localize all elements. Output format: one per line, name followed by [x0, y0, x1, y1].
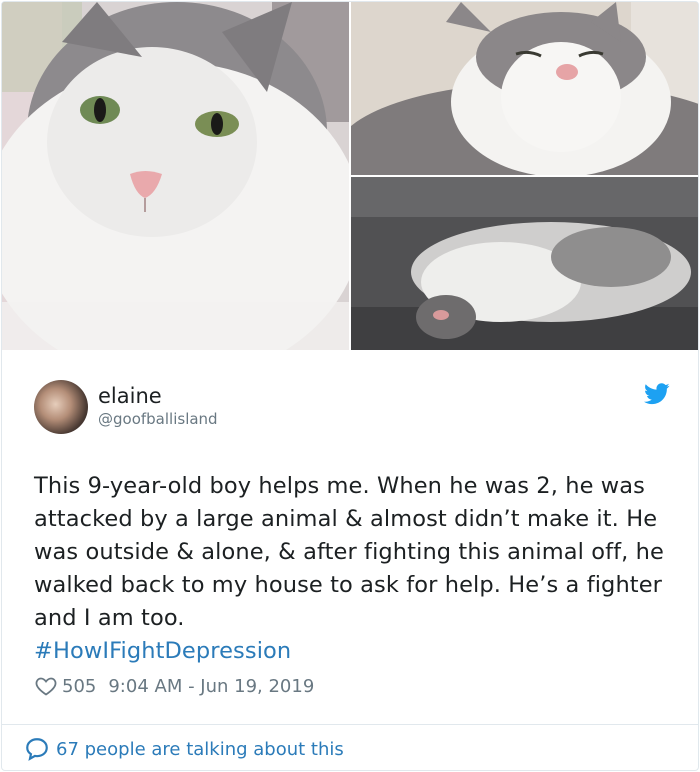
twitter-bird-icon[interactable]: [644, 383, 670, 405]
author-handle[interactable]: @goofballisland: [98, 410, 218, 428]
tweet-header: elaine @goofballisland: [2, 380, 698, 440]
cat-closeup-illustration: [2, 2, 349, 350]
avatar[interactable]: [34, 380, 88, 434]
cat-couch-illustration: [351, 2, 698, 175]
timestamp-link[interactable]: 9:04 AM - Jun 19, 2019: [108, 676, 314, 697]
photo-cat-closeup[interactable]: [2, 2, 349, 350]
conversation-link[interactable]: 67 people are talking about this: [24, 735, 344, 763]
embedded-tweet-card: elaine @goofballisland This 9-year-old b…: [1, 1, 699, 771]
conversation-text[interactable]: 67 people are talking about this: [56, 739, 344, 760]
author-display-name[interactable]: elaine: [98, 384, 162, 408]
heart-icon[interactable]: [34, 674, 58, 698]
hashtag-link[interactable]: #HowIFightDepression: [34, 635, 674, 668]
photo-cat-on-couch[interactable]: [351, 2, 698, 175]
tweet-meta: 505 9:04 AM - Jun 19, 2019: [34, 673, 314, 699]
like-count[interactable]: 505: [62, 676, 96, 697]
tweet-text: This 9-year-old boy helps me. When he wa…: [34, 473, 664, 631]
photo-grid: [2, 2, 698, 350]
tweet-body: This 9-year-old boy helps me. When he wa…: [34, 470, 674, 668]
photo-cat-sleeping[interactable]: [351, 177, 698, 350]
divider: [2, 724, 698, 725]
speech-bubble-icon: [26, 738, 48, 761]
cat-sleeping-illustration: [351, 177, 698, 350]
